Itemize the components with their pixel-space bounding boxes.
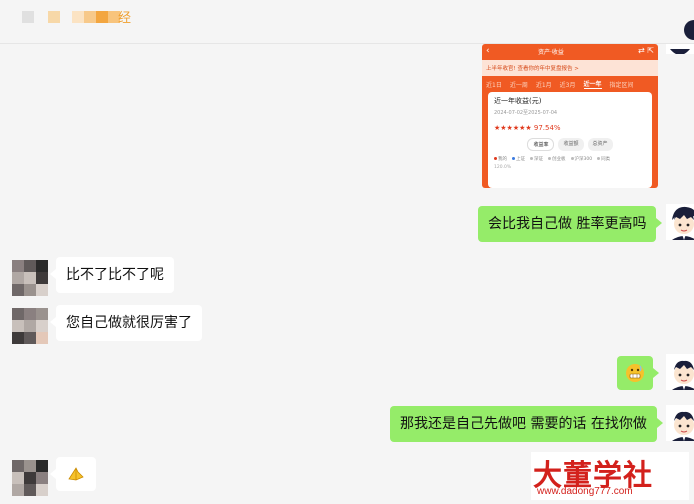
shot-percent: 97.54% bbox=[533, 124, 561, 132]
shot-stars: ★★★★★★ bbox=[494, 124, 532, 132]
shot-return: ★★★★★★ 97.54% bbox=[494, 124, 646, 132]
shot-legend-item: 沪深300 bbox=[570, 156, 592, 162]
shot-topbar: ‹ 资产·收益 ⇄ ⇱ bbox=[482, 44, 658, 60]
watermark-url: www.dadong777.com bbox=[537, 486, 633, 497]
my-avatar[interactable] bbox=[666, 405, 694, 441]
shot-tab: 近1月 bbox=[535, 81, 552, 89]
message-bubble-mine[interactable]: 会比我自己做 胜率更高吗 bbox=[478, 206, 663, 242]
shot-tab: 近1日 bbox=[486, 81, 502, 89]
shot-legend-item: 深证 bbox=[530, 156, 543, 162]
shot-pill: 收益额 bbox=[558, 138, 584, 151]
shot-tab: 近3月 bbox=[559, 81, 576, 89]
shot-card-title: 近一年收益(元) bbox=[494, 97, 542, 105]
shot-axis-label: 120.0% bbox=[494, 165, 512, 170]
chat-title: 经 bbox=[118, 11, 132, 26]
my-avatar[interactable] bbox=[666, 354, 694, 390]
header-avatar[interactable] bbox=[676, 0, 694, 44]
back-icon: ‹ bbox=[486, 46, 490, 56]
share-icon: ⇄ ⇱ bbox=[638, 46, 654, 55]
message-bubble-mine[interactable]: 那我还是自己先做吧 需要的话 在找你做 bbox=[390, 406, 663, 442]
my-avatar[interactable] bbox=[666, 204, 694, 240]
shot-legend-item: 创业板 bbox=[548, 156, 566, 162]
grimace-emoji-icon bbox=[625, 363, 645, 383]
shot-legend: 我的 上证 深证 创业板 沪深300 同类 bbox=[494, 156, 646, 162]
my-avatar[interactable] bbox=[666, 44, 694, 54]
shot-card: 近一年收益(元) 2024-07-02至2025-07-04 ★★★★★★ 97… bbox=[488, 92, 652, 188]
shot-tab-active: 近一年 bbox=[583, 81, 602, 89]
chat-header: 经 bbox=[0, 0, 694, 44]
shot-tabs: 近1日 近一周 近1月 近3月 近一年 指定区间 bbox=[482, 76, 658, 92]
redacted-title-mosaic bbox=[22, 11, 120, 23]
shot-pill: 总资产 bbox=[587, 138, 613, 151]
shot-pill: 收益率 bbox=[527, 138, 555, 151]
contact-avatar[interactable] bbox=[12, 308, 48, 344]
contact-avatar[interactable] bbox=[12, 460, 48, 496]
message-bubble-mine[interactable] bbox=[617, 356, 659, 390]
site-watermark-logo: 大董学社 www.dadong777.com bbox=[531, 452, 689, 500]
contact-avatar[interactable] bbox=[12, 260, 48, 296]
message-bubble-theirs[interactable]: 比不了比不了呢 bbox=[50, 257, 174, 293]
shared-screenshot-image[interactable]: ‹ 资产·收益 ⇄ ⇱ 上半年收官! 查看你的年中复盘报告 > 近1日 近一周 … bbox=[482, 44, 658, 188]
message-bubble-theirs[interactable] bbox=[50, 457, 96, 491]
shot-tab: 近一周 bbox=[509, 81, 528, 89]
shot-legend-item: 我的 bbox=[494, 156, 507, 162]
shot-date-range: 2024-07-02至2025-07-04 bbox=[494, 110, 558, 116]
shot-legend-item: 上证 bbox=[512, 156, 525, 162]
shot-title: 资产·收益 bbox=[538, 49, 564, 56]
shot-tab: 指定区间 bbox=[609, 81, 634, 89]
message-bubble-theirs[interactable]: 您自己做就很厉害了 bbox=[50, 305, 202, 341]
shot-body: 近一年收益(元) 2024-07-02至2025-07-04 ★★★★★★ 97… bbox=[482, 92, 658, 188]
pray-emoji-icon bbox=[66, 464, 86, 484]
shot-banner: 上半年收官! 查看你的年中复盘报告 > bbox=[482, 60, 658, 76]
shot-pills: 收益率 收益额 总资产 bbox=[494, 138, 646, 151]
shot-legend-item: 同类 bbox=[597, 156, 610, 162]
